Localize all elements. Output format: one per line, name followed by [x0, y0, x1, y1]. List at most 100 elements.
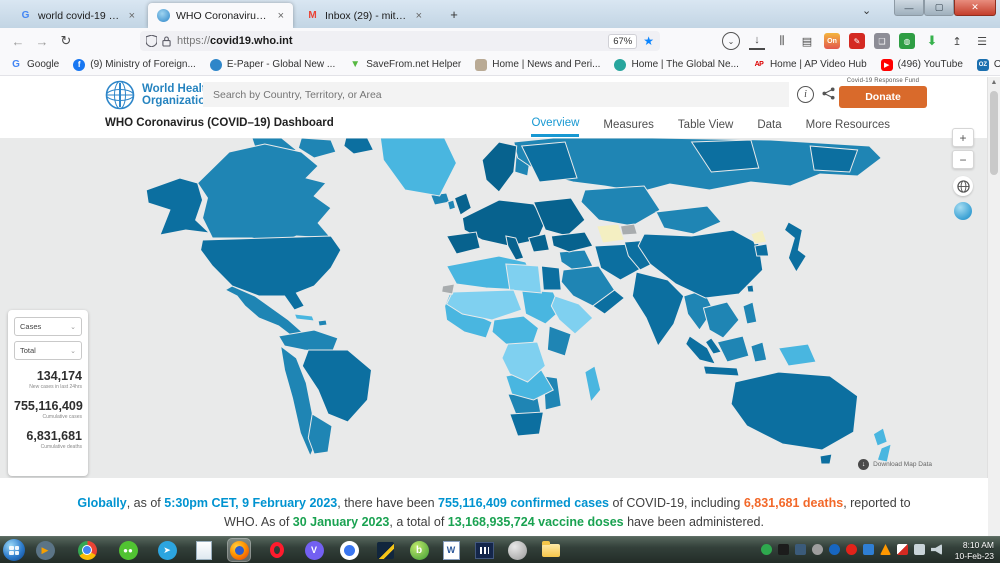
bookmark-ap-video[interactable]: AP Home | AP Video Hub	[753, 59, 867, 71]
tray-opera-icon[interactable]	[846, 544, 857, 555]
taskbar-signal-icon[interactable]	[338, 539, 360, 561]
bookmark-epaper[interactable]: E-Paper - Global New ...	[209, 58, 335, 71]
start-button[interactable]	[3, 539, 25, 561]
savefrom-arrow-icon[interactable]: ⬇	[924, 33, 940, 49]
dashboard-nav: Overview Measures Table View Data More R…	[531, 112, 890, 138]
tab-close-icon[interactable]: ×	[416, 10, 422, 22]
nav-table-view[interactable]: Table View	[678, 115, 733, 136]
tray-network-icon[interactable]	[914, 544, 925, 555]
donate-button[interactable]: Donate	[839, 86, 927, 108]
library-icon[interactable]: ⫼	[774, 33, 790, 49]
taskbar-chrome-icon[interactable]	[76, 539, 98, 561]
bookmark-ministry[interactable]: f (9) Ministry of Foreign...	[73, 58, 196, 71]
bookmark-ozdic[interactable]: OZ OZDIC.COM - English ...	[976, 58, 1000, 71]
tray-gray-icon[interactable]	[812, 544, 823, 555]
who-logo[interactable]: World Health Organization	[105, 80, 213, 110]
tab-who-dashboard[interactable]: WHO Coronavirus (COVID-19) D ×	[148, 3, 293, 28]
tray-blue-square-icon[interactable]	[863, 544, 874, 555]
globe-view-button[interactable]	[954, 202, 972, 220]
taskbar-opera-icon[interactable]	[266, 539, 288, 561]
country-search-input[interactable]	[203, 82, 789, 107]
tab-google-search[interactable]: G world covid-19 dashboard - Go ×	[10, 3, 144, 28]
scrollbar-up-icon[interactable]: ▲	[988, 79, 1000, 86]
zoom-level-badge[interactable]: 67%	[608, 33, 638, 49]
tray-idm-icon[interactable]	[761, 544, 772, 555]
map-zoom-out-button[interactable]: −	[952, 150, 974, 169]
taskbar-media-player-icon[interactable]: ▶	[34, 539, 56, 561]
url-text[interactable]: https://covid19.who.int	[177, 35, 608, 47]
extension-edit-icon[interactable]: ✎	[849, 33, 865, 49]
taskbar-clock[interactable]: 8:10 AM 10-Feb-23	[955, 540, 994, 561]
new-tab-button[interactable]: +	[444, 5, 464, 25]
idm-globe-icon[interactable]: ◍	[899, 33, 915, 49]
taskbar-film-app-icon[interactable]	[473, 539, 495, 561]
forward-icon[interactable]: →	[30, 34, 54, 49]
bookmark-global-new[interactable]: Home | The Global Ne...	[614, 58, 739, 71]
taskbar-folder-icon[interactable]	[540, 539, 562, 561]
reload-icon[interactable]: ↻	[54, 33, 78, 49]
taskbar-viber-icon[interactable]: V	[303, 539, 325, 561]
nav-overview[interactable]: Overview	[531, 113, 580, 137]
gmail-favicon-icon: M	[308, 10, 317, 21]
bookmark-label: OZDIC.COM - English ...	[993, 59, 1000, 70]
bookmark-star-icon[interactable]: ★	[643, 34, 654, 48]
metric-select[interactable]: Cases ⌄	[14, 317, 82, 336]
nav-measures[interactable]: Measures	[603, 115, 654, 136]
pocket-icon[interactable]: ⌄	[722, 32, 740, 50]
taskbar-dark-app-icon[interactable]	[374, 539, 396, 561]
page-scrollbar[interactable]: ▲	[987, 77, 1000, 537]
download-map-data[interactable]: ↓ Download Map Data	[858, 459, 932, 470]
bookmark-google[interactable]: G Google	[10, 59, 59, 71]
map-zoom-in-button[interactable]: +	[952, 128, 974, 147]
bookmark-label: Home | The Global Ne...	[631, 59, 739, 70]
tab-gmail-inbox[interactable]: M Inbox (29) - mitv.news.99@gma ×	[297, 3, 431, 28]
back-icon[interactable]: ←	[6, 34, 30, 49]
map-projection-button[interactable]	[953, 176, 973, 196]
mode-select[interactable]: Total ⌄	[14, 341, 82, 360]
tab-title: Inbox (29) - mitv.news.99@gma	[325, 9, 408, 22]
tray-warning-icon[interactable]	[880, 544, 891, 555]
address-bar[interactable]: https://covid19.who.int 67% ★	[140, 31, 660, 51]
window-minimize-button[interactable]: —	[894, 0, 924, 16]
bookmark-savefrom[interactable]: ▼ SaveFrom.net Helper	[349, 59, 461, 71]
tab-close-icon[interactable]: ×	[129, 10, 135, 22]
window-close-button[interactable]: ✕	[954, 0, 996, 16]
globally-link[interactable]: Globally	[77, 496, 126, 510]
response-fund-label: Covid-19 Response Fund	[846, 78, 920, 84]
bookmark-label: Google	[27, 59, 60, 70]
tray-utility-icon[interactable]	[778, 544, 789, 555]
tray-flag-icon[interactable]	[897, 544, 908, 555]
tray-app-icon[interactable]	[795, 544, 806, 555]
tab-close-icon[interactable]: ×	[278, 10, 284, 22]
tray-blue-icon[interactable]	[829, 544, 840, 555]
tray-volume-icon[interactable]	[931, 544, 942, 555]
taskbar-browser-b-icon[interactable]: b	[408, 539, 430, 561]
shield-icon[interactable]	[146, 35, 157, 47]
downloads-icon[interactable]: ↓	[749, 32, 765, 50]
sidebar-icon[interactable]: ▤	[799, 33, 815, 49]
tab-overflow-icon[interactable]: ⌄	[862, 4, 871, 17]
taskbar-firefox-icon-active[interactable]	[227, 538, 251, 562]
scrollbar-thumb[interactable]	[990, 91, 998, 175]
bookmark-label: (9) Ministry of Foreign...	[90, 59, 196, 70]
taskbar-wechat-icon[interactable]: ●●	[117, 539, 139, 561]
taskbar-word-icon[interactable]: W	[440, 539, 462, 561]
world-map-section: Cases ⌄ Total ⌄ 134,174 New cases in las…	[0, 128, 988, 478]
stat-label: New cases in last 24hrs	[29, 384, 82, 390]
extension-on-icon[interactable]: On	[824, 33, 840, 49]
info-icon[interactable]: i	[797, 86, 814, 103]
nav-data[interactable]: Data	[757, 115, 781, 136]
taskbar-notes-icon[interactable]	[193, 539, 215, 561]
bookmark-news-periodicals[interactable]: Home | News and Peri...	[475, 58, 600, 71]
world-choropleth-map[interactable]	[0, 138, 988, 478]
summary-text: of COVID-19, including	[609, 496, 744, 510]
taskbar-gray-app-icon[interactable]	[506, 539, 528, 561]
window-maximize-button[interactable]: ▢	[924, 0, 954, 16]
download-icon: ↓	[858, 459, 870, 470]
bookmark-youtube[interactable]: ▶ (496) YouTube	[880, 58, 963, 71]
taskbar-telegram-icon[interactable]: ➤	[156, 539, 178, 561]
send-tab-icon[interactable]: ↥	[949, 33, 965, 49]
menu-hamburger-icon[interactable]: ☰	[974, 33, 990, 49]
nav-more-resources[interactable]: More Resources	[806, 115, 890, 136]
extension-box-icon[interactable]: ❑	[874, 33, 890, 49]
